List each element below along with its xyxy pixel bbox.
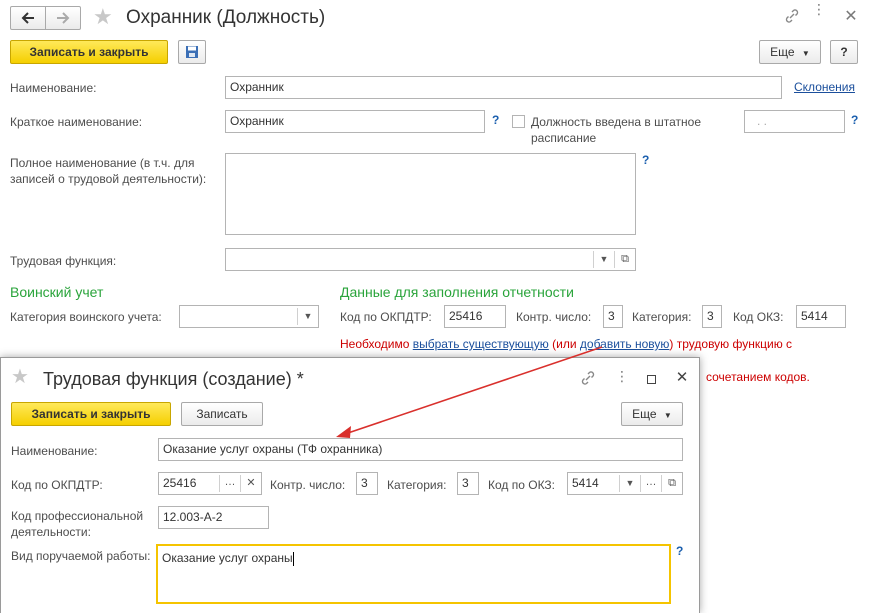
dialog-okz-field[interactable]: 5414 ▼ … ⧉ bbox=[567, 472, 683, 495]
staffing-checkbox[interactable] bbox=[512, 115, 525, 128]
link-icon[interactable] bbox=[579, 370, 597, 389]
dialog-work-type-textarea[interactable]: Оказание услуг охраны bbox=[156, 544, 671, 604]
dialog-more-menu-button[interactable]: Еще ▼ bbox=[621, 402, 683, 426]
dialog-control-number-field[interactable]: 3 bbox=[356, 472, 378, 495]
chevron-down-icon: ▼ bbox=[663, 411, 672, 420]
maximize-icon[interactable] bbox=[647, 375, 656, 384]
dialog-okpdtr-label: Код по ОКПДТР: bbox=[11, 478, 103, 492]
okpdtr-field[interactable]: 25416 bbox=[444, 305, 506, 328]
labor-function-field[interactable]: ▼ ⧉ bbox=[225, 248, 636, 271]
favorite-star-icon[interactable]: ★ bbox=[11, 366, 29, 388]
close-icon[interactable]: ✕ bbox=[842, 6, 860, 26]
chevron-down-icon: ▼ bbox=[801, 49, 810, 58]
select-existing-link[interactable]: выбрать существующую bbox=[413, 337, 549, 351]
full-name-label: Полное наименование (в т.ч. для записей … bbox=[10, 156, 207, 186]
help-mark-full-name[interactable]: ? bbox=[642, 153, 649, 167]
dialog-name-label: Наименование: bbox=[11, 444, 98, 458]
short-name-field[interactable]: Охранник bbox=[225, 110, 485, 133]
full-name-textarea[interactable] bbox=[225, 153, 636, 235]
dialog-save-and-close-button[interactable]: Записать и закрыть bbox=[11, 402, 171, 426]
more-vertical-icon[interactable]: ⋮ bbox=[615, 368, 629, 385]
name-label: Наименование: bbox=[10, 81, 97, 95]
military-category-label: Категория воинского учета: bbox=[10, 310, 162, 324]
warning-text: Необходимо bbox=[340, 337, 413, 351]
dialog-name-field[interactable]: Оказание услуг охраны (ТФ охранника) bbox=[158, 438, 683, 461]
help-mark-work-type[interactable]: ? bbox=[676, 544, 683, 558]
arrow-right-icon bbox=[57, 12, 70, 24]
floppy-disk-icon bbox=[186, 46, 198, 58]
dialog-category-label: Категория: bbox=[387, 478, 447, 492]
help-button[interactable]: ? bbox=[830, 40, 858, 64]
name-field[interactable]: Охранник bbox=[225, 76, 782, 99]
military-heading: Воинский учет bbox=[10, 284, 104, 300]
declensions-link[interactable]: Склонения bbox=[794, 80, 855, 94]
okpdtr-label: Код по ОКПДТР: bbox=[340, 310, 432, 324]
control-number-label: Контр. число: bbox=[516, 310, 592, 324]
dialog-okz-value: 5414 bbox=[572, 476, 599, 490]
help-mark-staffing[interactable]: ? bbox=[851, 113, 858, 127]
ellipsis-icon[interactable]: … bbox=[641, 473, 661, 494]
more-label: Еще bbox=[770, 45, 795, 59]
back-button[interactable] bbox=[10, 6, 46, 30]
warning-text: ) трудовую функцию с bbox=[669, 337, 793, 351]
save-and-close-button[interactable]: Записать и закрыть bbox=[10, 40, 168, 64]
open-form-icon[interactable]: ⧉ bbox=[615, 249, 635, 270]
staffing-date-field[interactable]: . . bbox=[744, 110, 845, 133]
text-cursor bbox=[292, 551, 294, 566]
staffing-checkbox-label: Должность введена в штатное расписание bbox=[531, 115, 701, 145]
clear-icon[interactable]: ✕ bbox=[241, 473, 261, 494]
close-icon[interactable]: ✕ bbox=[673, 368, 691, 386]
more-menu-button[interactable]: Еще ▼ bbox=[759, 40, 821, 64]
more-label: Еще bbox=[632, 407, 657, 421]
labor-function-dialog: ★ Трудовая функция (создание) * ⋮ ✕ Запи… bbox=[0, 357, 700, 613]
reporting-heading: Данные для заполнения отчетности bbox=[340, 284, 574, 300]
dialog-control-number-label: Контр. число: bbox=[270, 478, 346, 492]
dialog-title: Трудовая функция (создание) * bbox=[43, 369, 304, 389]
forward-button[interactable] bbox=[45, 6, 81, 30]
ellipsis-icon[interactable]: … bbox=[220, 473, 240, 494]
category-label: Категория: bbox=[632, 310, 692, 324]
okz-label: Код ОКЗ: bbox=[733, 310, 784, 324]
page-title: Охранник (Должность) bbox=[126, 7, 326, 28]
dialog-category-field[interactable]: 3 bbox=[457, 472, 479, 495]
dialog-save-button[interactable]: Записать bbox=[181, 402, 263, 426]
labor-function-label: Трудовая функция: bbox=[10, 254, 117, 268]
dialog-work-type-value: Оказание услуг охраны bbox=[162, 551, 293, 565]
okz-field[interactable]: 5414 bbox=[796, 305, 846, 328]
help-mark-short-name[interactable]: ? bbox=[492, 113, 499, 127]
category-field[interactable]: 3 bbox=[702, 305, 722, 328]
dialog-work-type-label: Вид поручаемой работы: bbox=[11, 549, 151, 563]
add-new-link[interactable]: добавить новую bbox=[580, 337, 670, 351]
warning-message: Необходимо выбрать существующую (или доб… bbox=[340, 337, 792, 352]
favorite-star-icon[interactable]: ★ bbox=[93, 5, 113, 29]
dialog-prof-code-label: Код профессиональной деятельности: bbox=[11, 509, 144, 539]
save-button[interactable] bbox=[178, 40, 206, 64]
arrow-left-icon bbox=[21, 12, 34, 24]
open-form-icon[interactable]: ⧉ bbox=[662, 473, 682, 494]
control-number-field[interactable]: 3 bbox=[603, 305, 623, 328]
link-icon[interactable] bbox=[783, 8, 801, 27]
chevron-down-icon[interactable]: ▼ bbox=[620, 473, 640, 494]
chevron-down-icon[interactable]: ▼ bbox=[594, 249, 614, 270]
chevron-down-icon[interactable]: ▼ bbox=[298, 306, 318, 327]
dialog-prof-code-field[interactable]: 12.003-A-2 bbox=[158, 506, 269, 529]
more-vertical-icon[interactable]: ⋮ bbox=[812, 2, 826, 16]
dialog-okpdtr-value: 25416 bbox=[163, 476, 197, 490]
military-category-field[interactable]: ▼ bbox=[179, 305, 319, 328]
dialog-okz-label: Код по ОКЗ: bbox=[488, 478, 556, 492]
dialog-okpdtr-field[interactable]: 25416 … ✕ bbox=[158, 472, 262, 495]
short-name-label: Краткое наименование: bbox=[10, 115, 143, 129]
warning-message-continued: сочетанием кодов. bbox=[706, 370, 810, 384]
warning-text: (или bbox=[548, 337, 580, 351]
